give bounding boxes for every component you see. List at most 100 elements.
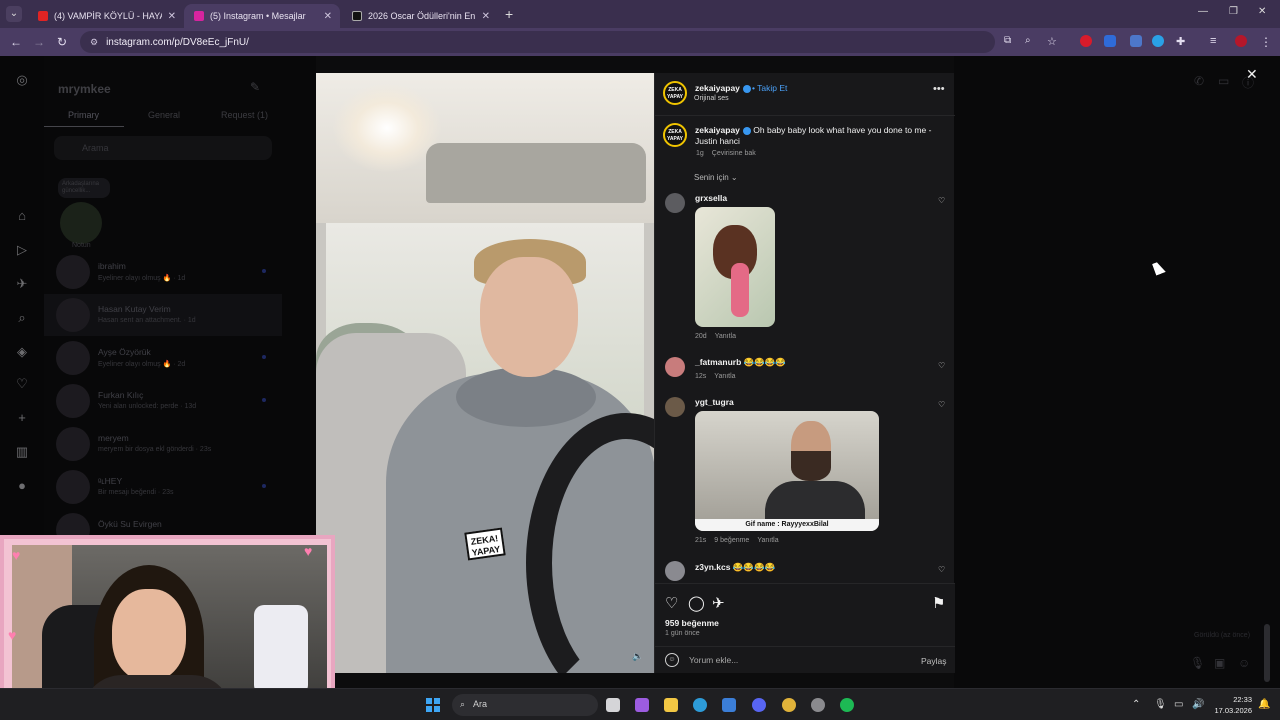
copilot-icon[interactable] — [635, 698, 649, 712]
original-audio-link[interactable]: Orijinal ses — [694, 95, 729, 102]
like-count[interactable]: 959 beğenme — [665, 618, 719, 628]
note-avatar[interactable] — [60, 202, 102, 244]
extension-translate-icon[interactable] — [1104, 35, 1116, 47]
close-tab-icon[interactable]: ✕ — [482, 11, 490, 22]
create-icon[interactable]: + — [14, 410, 30, 426]
reply-link[interactable]: Yanıtla — [714, 373, 735, 380]
extension-cyan-icon[interactable] — [1152, 35, 1164, 47]
restore-icon[interactable]: ❐ — [1229, 6, 1238, 17]
browser-menu-icon[interactable]: ⋮ — [1260, 35, 1272, 49]
cast-icon[interactable]: ⧉ — [1004, 35, 1011, 46]
file-explorer-icon[interactable] — [664, 698, 678, 712]
commenter-avatar[interactable] — [665, 193, 685, 213]
note-bubble[interactable]: Arkadaşlarına güncellik... — [58, 178, 110, 198]
caption-author-avatar[interactable]: ZEKA YAPAY — [663, 123, 687, 147]
like-comment-heart-icon[interactable]: ♡ — [938, 565, 945, 574]
commenter-avatar[interactable] — [665, 397, 685, 417]
author-avatar[interactable]: ZEKA YAPAY — [663, 81, 687, 105]
image-upload-icon[interactable]: ▣ — [1214, 656, 1225, 670]
author-username[interactable]: zekaiyapay — [695, 83, 751, 93]
reload-icon[interactable]: ↻ — [57, 35, 67, 49]
new-tab-button[interactable]: + — [505, 6, 513, 22]
close-tab-icon[interactable]: ✕ — [324, 11, 332, 22]
spotify-icon[interactable] — [840, 698, 854, 712]
extensions-puzzle-icon[interactable]: ✚ — [1176, 35, 1185, 48]
tray-microphone-icon[interactable]: 🎙 — [1154, 699, 1167, 710]
tray-overflow-icon[interactable]: ⌃ — [1132, 699, 1140, 710]
tab-primary[interactable]: Primary — [68, 110, 99, 120]
dm-thread[interactable]: Hasan Kutay Verim Hasan sent an attachme… — [44, 294, 282, 336]
tray-network-icon[interactable]: ▭ — [1174, 699, 1183, 710]
store-icon[interactable] — [722, 698, 736, 712]
browser-tab-youtube[interactable]: (4) VAMPİR KÖYLÜ - HAYAL MİLLİ ✕ — [28, 4, 184, 28]
dm-thread[interactable]: ibrahim Eyeliner olayı olmuş 🔥 · 1d — [44, 251, 282, 293]
instagram-logo-icon[interactable]: ◎ — [14, 72, 30, 88]
commenter-avatar[interactable] — [665, 357, 685, 377]
post-comment-button[interactable]: Paylaş — [921, 656, 947, 666]
close-tab-icon[interactable]: ✕ — [168, 11, 176, 22]
browser-tab-oscar[interactable]: 2026 Oscar Ödülleri'nin En Şık K ✕ — [342, 4, 498, 28]
translate-link[interactable]: Çevirisine bak — [712, 150, 756, 157]
comment-bubble-icon[interactable]: ◯ — [688, 594, 705, 612]
reels-icon[interactable]: ▷ — [14, 242, 30, 258]
dm-search-input[interactable]: Arama — [54, 136, 272, 160]
chrome-icon[interactable] — [782, 698, 796, 712]
microphone-icon[interactable]: 🎙 — [1190, 656, 1205, 670]
explore-icon[interactable]: ◈ — [14, 344, 30, 360]
more-options-icon[interactable]: ••• — [933, 83, 945, 95]
save-bookmark-icon[interactable]: ⚑ — [932, 594, 945, 612]
share-send-icon[interactable]: ✈ — [712, 594, 725, 612]
obs-icon[interactable] — [811, 698, 825, 712]
tray-volume-icon[interactable]: 🔊 — [1192, 699, 1204, 710]
reel-video[interactable]: ZEKA! YAPAY 🔈 — [316, 73, 654, 673]
video-call-icon[interactable]: ▭ — [1218, 74, 1229, 88]
comment-username[interactable]: grxsella — [695, 193, 727, 203]
browser-tab-instagram[interactable]: (5) Instagram • Mesajlar ✕ — [184, 4, 340, 28]
dm-account-name[interactable]: mrymkee — [58, 82, 111, 96]
comment-input[interactable] — [689, 655, 889, 665]
address-bar[interactable]: ⚙ instagram.com/p/DV8eEc_jFnU/ — [80, 31, 995, 53]
start-windows-icon[interactable] — [426, 698, 440, 712]
phone-call-icon[interactable]: ✆ — [1194, 74, 1204, 88]
minimize-icon[interactable]: — — [1198, 6, 1208, 17]
dm-thread[interactable]: meryem meryem bir dosya ekl gönderdi · 2… — [44, 423, 282, 465]
comment-username[interactable]: ygt_tugra — [695, 397, 734, 407]
bookmark-star-icon[interactable]: ☆ — [1047, 35, 1057, 48]
dashboard-icon[interactable]: ▥ — [14, 444, 30, 460]
tab-search-button[interactable]: ⌄ — [6, 6, 22, 22]
messages-icon[interactable]: ✈ — [14, 276, 30, 292]
site-info-icon[interactable]: ⚙ — [90, 37, 98, 48]
caption-username[interactable]: zekaiyapay — [695, 125, 740, 135]
reply-link[interactable]: Yanıtla — [715, 333, 736, 340]
follow-button[interactable]: • Takip Et — [752, 83, 787, 93]
profile-avatar[interactable] — [1235, 35, 1247, 47]
home-icon[interactable]: ⌂ — [14, 208, 30, 224]
comment-gif-image[interactable]: Gif name : RayyyexxBilal — [695, 411, 879, 531]
like-comment-heart-icon[interactable]: ♡ — [938, 196, 945, 205]
discord-icon[interactable] — [752, 698, 766, 712]
notifications-heart-icon[interactable]: ♡ — [14, 376, 30, 392]
comment-gif-image[interactable] — [695, 207, 775, 327]
media-control-icon[interactable]: ≡ — [1210, 35, 1216, 47]
like-heart-icon[interactable]: ♡ — [665, 594, 678, 612]
comment-username[interactable]: _fatmanurb 😂😂😂😂 — [695, 357, 786, 368]
extension-red-icon[interactable] — [1080, 35, 1092, 47]
back-icon[interactable]: ← — [10, 35, 22, 49]
dm-thread[interactable]: Furkan Kılıç Yeni alan unlocked: perde ·… — [44, 380, 282, 422]
tab-general[interactable]: General — [148, 110, 180, 120]
compose-icon[interactable]: ✎ — [250, 80, 260, 94]
dm-thread[interactable]: ᵍʟHEY Bir mesajı beğendi · 23s — [44, 466, 282, 508]
search-icon[interactable]: ⌕ — [14, 310, 30, 326]
forward-icon[interactable]: → — [33, 35, 45, 49]
commenter-avatar[interactable] — [665, 561, 685, 581]
like-comment-heart-icon[interactable]: ♡ — [938, 400, 945, 409]
tab-requests[interactable]: Request (1) — [221, 110, 268, 120]
page-scrollbar[interactable] — [1264, 624, 1270, 682]
taskbar-clock[interactable]: 22:33 17.03.2026 — [1212, 694, 1252, 716]
comment-likes[interactable]: 9 beğenme — [714, 537, 749, 544]
reply-link[interactable]: Yanıtla — [757, 537, 778, 544]
comment-username[interactable]: z3yn.kcs 😂😂😂😂 — [695, 562, 775, 573]
close-window-icon[interactable]: ✕ — [1258, 6, 1266, 17]
like-comment-heart-icon[interactable]: ♡ — [938, 361, 945, 370]
notification-bell-icon[interactable]: 🔔 — [1258, 699, 1270, 710]
